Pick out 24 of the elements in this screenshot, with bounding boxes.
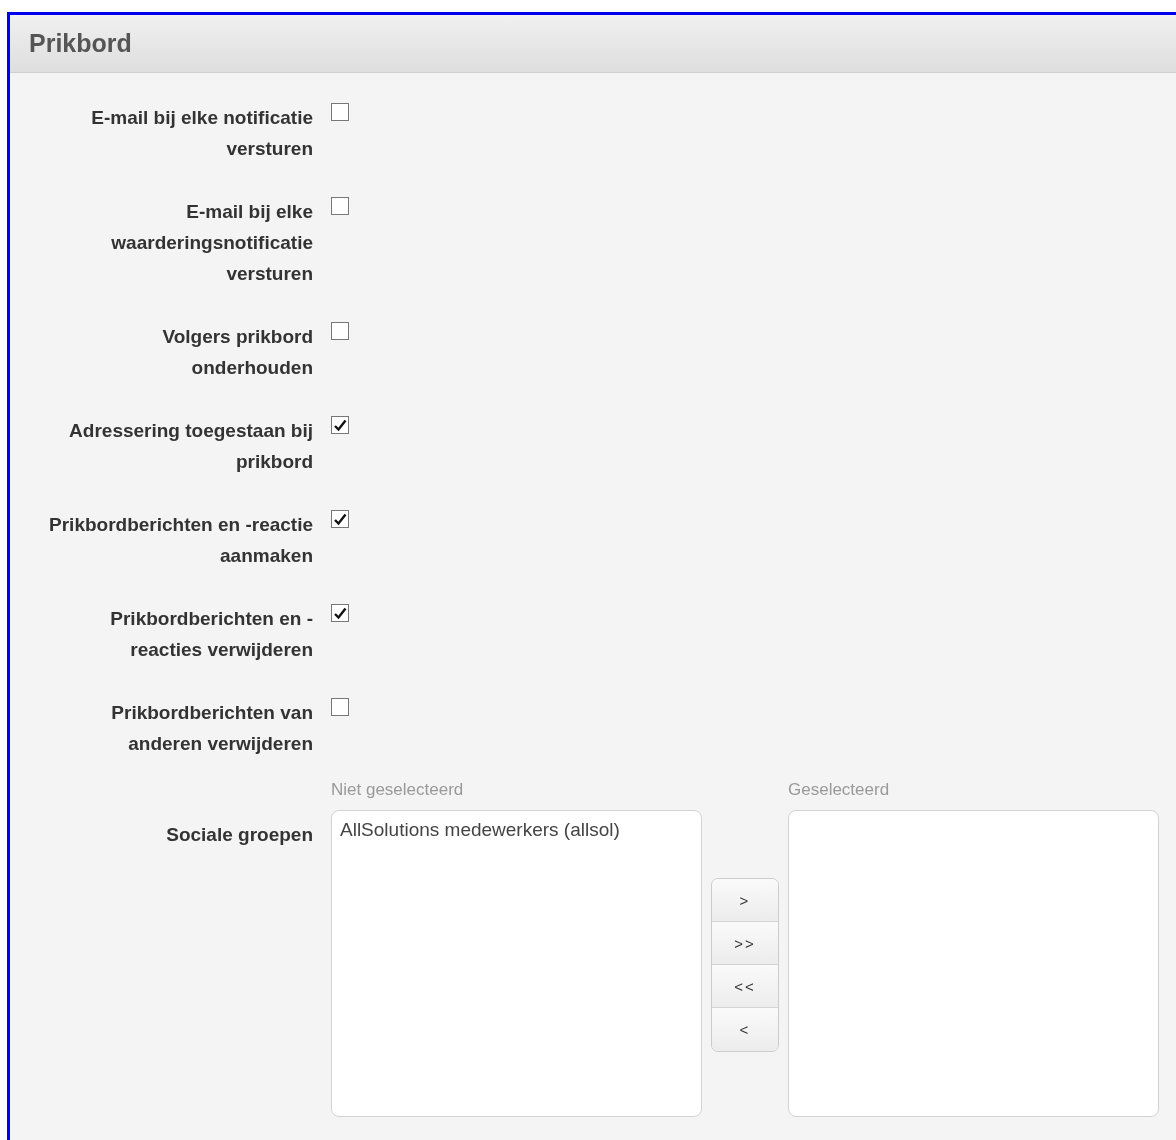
panel-title: Prikbord	[29, 29, 132, 58]
checkbox[interactable]	[331, 322, 349, 340]
setting-label: Prikbordberichten van anderen verwijderen	[110, 701, 313, 756]
checkbox[interactable]	[331, 510, 349, 528]
checkbox[interactable]	[331, 197, 349, 215]
setting-label: E-mail bij elke waarderingsnotificatie versturen	[110, 200, 313, 286]
checkbox[interactable]	[331, 416, 349, 434]
setting-label: Prikbordberichten en -reactie aanmaken	[48, 513, 313, 568]
move-button[interactable]: >>	[712, 922, 778, 965]
checkbox[interactable]	[331, 698, 349, 716]
move-button[interactable]: <<	[712, 965, 778, 1008]
move-button[interactable]: >	[712, 879, 778, 922]
setting-label: Prikbordberichten en - reacties verwijderen	[109, 607, 313, 662]
list-item[interactable]: AllSolutions medewerkers (allsol)	[340, 819, 693, 841]
checkbox[interactable]	[331, 103, 349, 121]
move-button[interactable]: <	[712, 1008, 778, 1051]
setting-label: Adressering toegestaan bij prikbord	[68, 419, 313, 474]
list-caption: Niet geselecteerd	[331, 780, 465, 801]
list-caption: Geselecteerd	[788, 780, 891, 801]
checkbox[interactable]	[331, 604, 349, 622]
setting-label: E-mail bij elke notificatie versturen	[90, 106, 313, 161]
field-label: Sociale groepen	[165, 823, 313, 847]
setting-label: Volgers prikbord onderhouden	[161, 325, 313, 380]
available-list[interactable]: AllSolutions medewerkers (allsol)	[331, 810, 702, 1117]
